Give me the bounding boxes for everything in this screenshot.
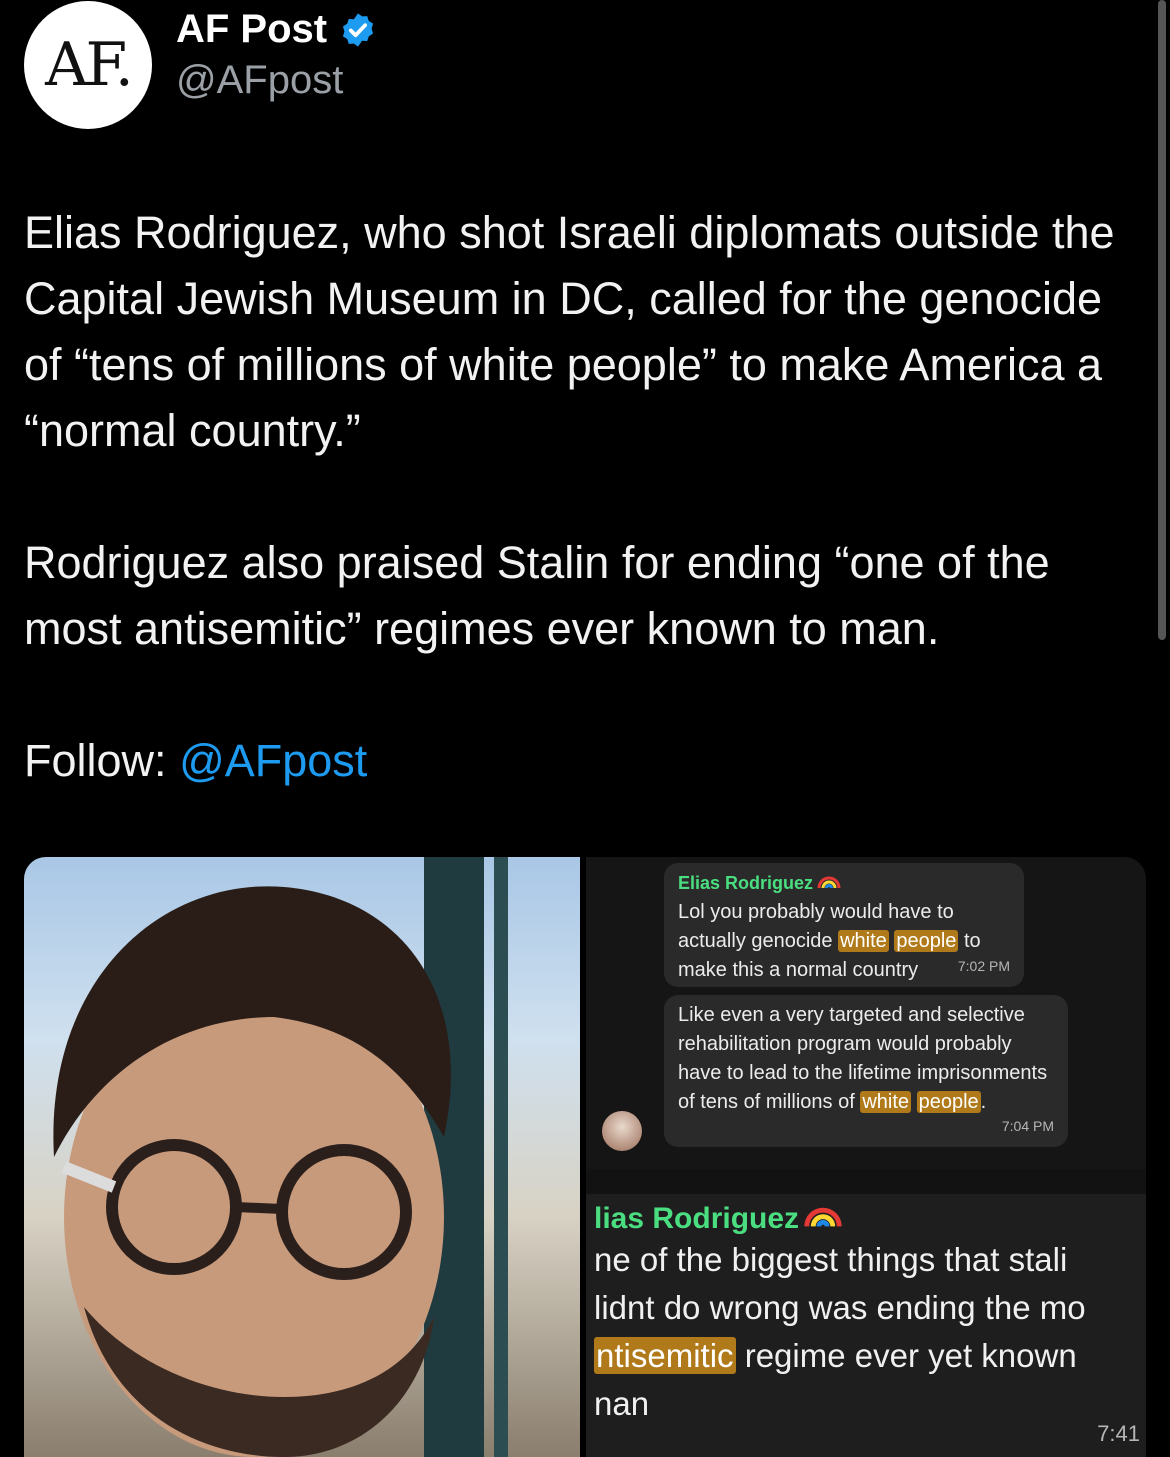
- tweet-body: Elias Rodriguez, who shot Israeli diplom…: [24, 200, 1149, 860]
- message-time: 7:41: [1097, 1421, 1140, 1446]
- highlighted-word: ntisemitic: [594, 1337, 736, 1374]
- scrollbar[interactable]: [1158, 0, 1166, 640]
- highlighted-word: people: [894, 930, 959, 952]
- message-text: Like even a very targeted and selective …: [678, 1001, 1054, 1117]
- sender-name-text: lias Rodriguez: [594, 1202, 800, 1235]
- author-handle[interactable]: @AFpost: [176, 58, 377, 103]
- chat-screenshot[interactable]: Elias Rodriguez Lol you probably would h…: [586, 857, 1146, 1457]
- message-text-part: .: [980, 1091, 987, 1113]
- sender-name-text: Elias Rodriguez: [678, 873, 814, 893]
- author-names: AF Post @AFpost: [176, 7, 377, 103]
- highlighted-word: white: [860, 1091, 912, 1113]
- chat-message-zoomed: lias Rodriguez ne of the biggest things …: [586, 1194, 1146, 1457]
- avatar-logo-text: AF.: [45, 30, 134, 100]
- message-time: 7:02 PM: [957, 958, 1010, 974]
- sender-avatar: [602, 1111, 642, 1151]
- follow-label: Follow:: [24, 735, 167, 786]
- tweet-header: AF. AF Post @AFpost: [24, 0, 377, 130]
- follow-handle-link[interactable]: @AFpost: [179, 735, 367, 786]
- tweet-paragraph: Elias Rodriguez, who shot Israeli diplom…: [24, 207, 1115, 456]
- sender-name: lias Rodriguez: [594, 1202, 1146, 1236]
- highlighted-word: white: [838, 930, 889, 952]
- message-line: ne of the biggest things that stali: [594, 1241, 1068, 1278]
- highlighted-word: people: [916, 1091, 981, 1113]
- tweet-media[interactable]: Elias Rodriguez Lol you probably would h…: [24, 857, 1146, 1457]
- message-time: 7:04 PM: [1001, 1118, 1054, 1134]
- rainbow-icon: [817, 869, 841, 898]
- message-text-part: regime ever yet known: [735, 1337, 1077, 1374]
- follow-line: Follow: @AFpost: [24, 728, 1149, 794]
- rainbow-icon: [803, 1202, 843, 1236]
- message-line: lidnt do wrong was ending the mo: [594, 1289, 1086, 1326]
- photo-illustration: [53, 857, 508, 1457]
- sender-name: Elias Rodriguez: [678, 869, 1010, 898]
- message-line: ntisemitic regime ever yet known: [594, 1332, 1146, 1380]
- chat-message-bubble: Elias Rodriguez Lol you probably would h…: [664, 863, 1024, 987]
- tweet-paragraph: Rodriguez also praised Stalin for ending…: [24, 537, 1050, 654]
- message-line: nan: [594, 1385, 650, 1422]
- chat-message-bubble: Like even a very targeted and selective …: [664, 995, 1068, 1147]
- display-name[interactable]: AF Post: [176, 7, 327, 52]
- avatar[interactable]: AF.: [24, 1, 152, 129]
- verified-badge-icon: [343, 12, 374, 47]
- person-photo[interactable]: [24, 857, 580, 1457]
- author-display-name-row[interactable]: AF Post: [176, 7, 377, 52]
